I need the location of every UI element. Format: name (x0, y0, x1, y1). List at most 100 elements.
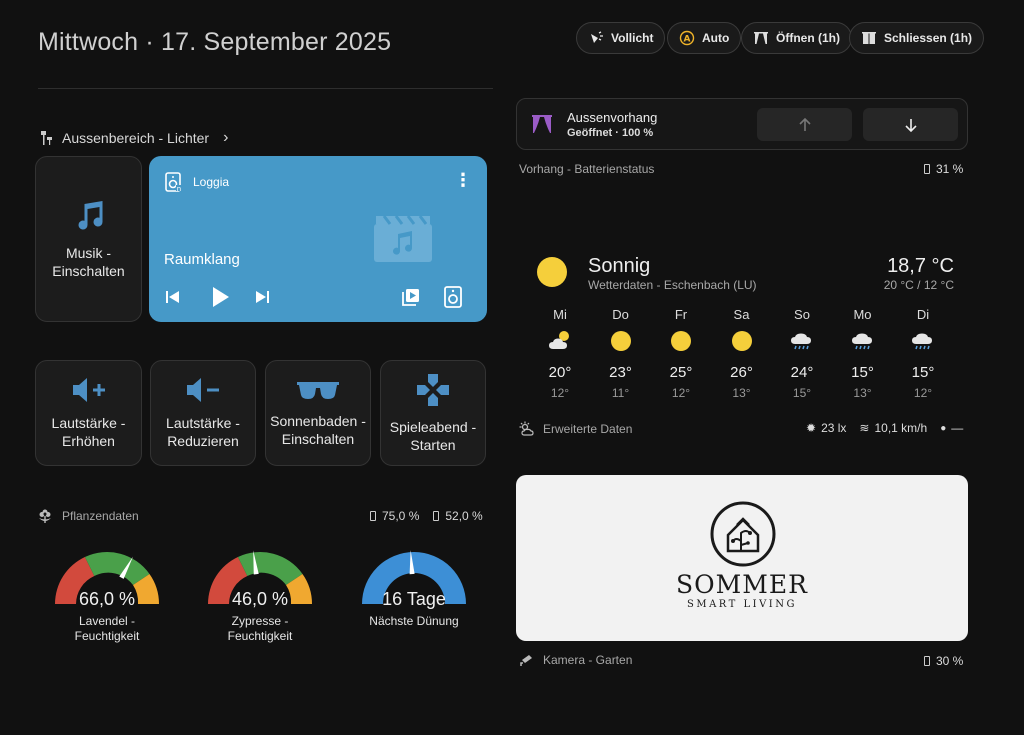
forecast-low: 12° (550, 386, 570, 400)
forecast-high: 24° (790, 364, 814, 381)
plant-battery-1: 75,0 % (382, 509, 420, 523)
plant-battery-2: 52,0 % (445, 509, 483, 523)
media-player-card[interactable]: n Loggia ⋮ Raumklang (149, 156, 487, 322)
sun-icon (712, 326, 772, 356)
gauge-label-2: Feuchtigkeit (227, 629, 293, 643)
action-label-2: Einschalten (281, 431, 355, 447)
volume-up-button[interactable]: Lautstärke - Erhöhen (35, 360, 142, 466)
chip-label: Auto (702, 31, 730, 45)
music-note-icon (78, 201, 103, 230)
music-on-button[interactable]: Musik - Einschalten (35, 156, 142, 322)
action-label-2: Erhöhen (62, 433, 115, 449)
sunbath-button[interactable]: Sonnenbaden - Einschalten (265, 360, 371, 466)
volume-down-button[interactable]: Lautstärke - Reduzieren (150, 360, 256, 466)
weather-sun-cloud-icon (519, 421, 534, 436)
weather-extras: ✹ 23 lx ≋ 10,1 km/h ● — (806, 421, 963, 435)
gauge-value: 46,0 % (231, 589, 289, 609)
page-title: Mittwoch · 17. September 2025 (38, 28, 392, 56)
forecast-low: 11° (611, 386, 630, 400)
forecast-day: Sa 26° 13° (712, 307, 772, 400)
lights-section-title: Aussenbereich - Lichter (62, 130, 210, 146)
forecast-low: 12° (671, 386, 691, 400)
battery-icon (370, 511, 376, 521)
gauge-label-1: Lavendel - (78, 614, 136, 628)
curtain-card[interactable]: Aussenvorhang Geöffnet · 100 % (516, 98, 968, 150)
chip-label: Schliessen (1h) (884, 31, 973, 45)
lights-section-header[interactable]: Aussenbereich - Lichter › (38, 129, 228, 147)
rain-cloud-icon (833, 326, 893, 356)
previous-track-icon[interactable] (164, 288, 182, 306)
game-night-button[interactable]: Spieleabend - Starten (380, 360, 486, 466)
play-icon[interactable] (207, 284, 233, 310)
arrow-up-icon (798, 117, 811, 131)
action-label-1: Lautstärke - (166, 415, 240, 431)
sun-icon (537, 257, 567, 287)
humidity-icon: ● (940, 422, 947, 434)
brand-tagline: SMART LIVING (686, 599, 797, 610)
playlist-play-icon[interactable] (401, 287, 421, 307)
curtain-icon (532, 115, 552, 133)
forecast-low: 12° (913, 386, 933, 400)
camera-feed[interactable]: SOMMER SMART LIVING (516, 475, 968, 641)
plants-batteries: 75,0 % 52,0 % (370, 509, 483, 523)
battery-icon (433, 511, 440, 521)
action-label-1: Lautstärke - (51, 415, 126, 431)
music-label-2: Einschalten (52, 263, 125, 279)
weather-extended-link[interactable]: Erweiterte Daten (519, 421, 632, 437)
svg-text:A: A (684, 35, 691, 45)
light-burst-icon (591, 31, 603, 43)
forecast-low: 15° (792, 386, 812, 400)
partly-cloudy-icon (530, 326, 590, 356)
flower-icon (39, 509, 51, 523)
camera-battery-value: 30 % (936, 654, 964, 668)
forecast-day: Di 15° 12° (893, 307, 953, 400)
illuminance-value: 23 lx (821, 421, 847, 435)
svg-text:n: n (177, 185, 181, 192)
arrow-down-icon (904, 118, 917, 132)
weather-temperature: 18,7 °C (887, 255, 954, 277)
curtain-down-button[interactable] (863, 108, 958, 141)
forecast-day: Mo 15° 13° (833, 307, 893, 400)
brightness-icon: ✹ (806, 421, 817, 435)
chip-vollicht[interactable]: Vollicht (576, 22, 666, 54)
forecast-day: So 24° 15° (772, 307, 832, 400)
rain-cloud-icon (772, 326, 832, 356)
camera-label: Kamera - Garten (543, 653, 633, 667)
cctv-icon (520, 655, 532, 666)
wind-value: 10,1 km/h (874, 421, 928, 435)
gauge-label: Nächste Dünung (344, 614, 484, 629)
chip-open[interactable]: Öffnen (1h) (741, 22, 852, 54)
sommer-logo-icon (710, 501, 776, 567)
curtain-name: Aussenvorhang (567, 110, 658, 125)
gauge-label: Lavendel - Feuchtigkeit (37, 614, 177, 644)
chip-label: Vollicht (611, 31, 654, 45)
plants-section-title: Pflanzendaten (62, 509, 139, 523)
gauge-value: 66,0 % (78, 589, 136, 609)
forecast-high: 15° (851, 364, 874, 381)
battery-icon (924, 656, 930, 666)
sun-icon (651, 326, 711, 356)
sunglasses-icon (297, 382, 339, 399)
weather-hi-lo: 20 °C / 12 °C (883, 278, 954, 292)
forecast-day: Mi 20° 12° (530, 307, 590, 400)
weather-location: Wetterdaten - Eschenbach (LU) (588, 278, 757, 292)
media-artwork-icon (374, 215, 432, 262)
speaker-select-icon[interactable] (443, 286, 463, 308)
gauge-label-1: Zypresse - (231, 614, 289, 628)
next-track-icon[interactable] (253, 288, 271, 306)
wind-icon: ≋ (859, 421, 870, 435)
action-label-1: Spieleabend - (389, 419, 477, 435)
speaker-icon: n (165, 172, 182, 192)
more-vert-icon[interactable]: ⋮ (454, 170, 472, 190)
sun-icon (591, 326, 651, 356)
chip-auto[interactable]: A Auto (667, 22, 742, 54)
gauge-label-2: Feuchtigkeit (74, 629, 140, 643)
forecast-day-name: Di (916, 307, 930, 322)
auto-mode-icon: A (679, 30, 695, 46)
chip-close[interactable]: Schliessen (1h) (849, 22, 985, 54)
action-label-2: Starten (410, 437, 456, 453)
curtain-up-button[interactable] (757, 108, 852, 141)
action-label-2: Reduzieren (167, 433, 239, 449)
curtain-battery: 31 % (924, 162, 963, 176)
action-label-1: Sonnenbaden - (270, 413, 366, 429)
